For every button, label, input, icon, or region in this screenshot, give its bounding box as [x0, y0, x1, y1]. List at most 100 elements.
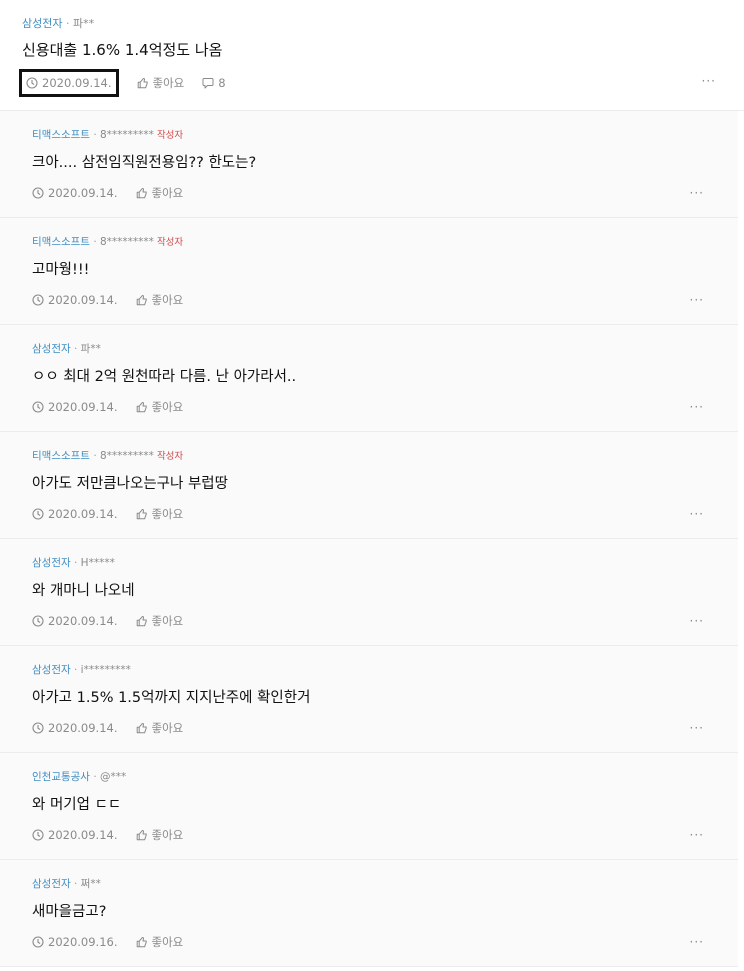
company-name[interactable]: 티맥스소프트	[32, 236, 90, 248]
separator: ·	[65, 17, 70, 30]
username: 파**	[80, 343, 101, 355]
company-name[interactable]: 삼성전자	[32, 878, 71, 890]
company-name[interactable]: 삼성전자	[22, 17, 62, 30]
reply-text: 아가도 저만큼나오는구나 부럽땅	[32, 476, 228, 492]
date-text: 2020.09.16.	[48, 935, 118, 949]
author-badge: 작성자	[156, 130, 184, 141]
like-button[interactable]: 좋아요	[137, 75, 184, 91]
date-text: 2020.09.14.	[48, 614, 118, 628]
clock-icon	[32, 936, 44, 948]
separator: ·	[93, 129, 100, 141]
reply-meta: 2020.09.14. 좋아요	[32, 185, 183, 201]
more-options-button[interactable]: ···	[690, 721, 704, 735]
reply-text: 아가고 1.5% 1.5억까지 지지난주에 확인한거	[32, 690, 311, 706]
like-label: 좋아요	[151, 721, 184, 735]
author-badge: 작성자	[156, 237, 184, 248]
more-options-button[interactable]: ···	[702, 74, 716, 88]
separator: ·	[73, 557, 81, 569]
reply-text: 새마을금고?	[32, 904, 107, 920]
like-button[interactable]: 좋아요	[136, 613, 184, 629]
separator: ·	[93, 236, 100, 248]
company-name[interactable]: 삼성전자	[32, 664, 71, 676]
company-name[interactable]: 삼성전자	[32, 557, 71, 569]
date-text: 2020.09.14.	[42, 76, 112, 90]
thumbs-up-icon	[136, 936, 148, 948]
clock-icon	[26, 77, 38, 89]
original-post: 삼성전자 · 파** 신용대출 1.6% 1.4억정도 나옴 2020.09.1…	[0, 0, 744, 111]
separator: ·	[93, 450, 100, 462]
reply-author: 삼성전자 · 파**	[32, 341, 104, 356]
reply-author: 삼성전자 · H*****	[32, 555, 118, 570]
comment-button[interactable]: 8	[202, 76, 226, 90]
like-label: 좋아요	[151, 507, 184, 521]
reply-text: ㅇㅇ 최대 2억 원천따라 다름. 난 아가라서..	[32, 369, 297, 385]
reply-meta: 2020.09.14. 좋아요	[32, 399, 183, 415]
clock-icon	[32, 508, 44, 520]
username: H*****	[80, 557, 115, 569]
reply-item: 삼성전자 · H***** 와 개마니 나오네 2020.09.14. 좋아요 …	[0, 539, 738, 646]
more-options-button[interactable]: ···	[690, 614, 704, 628]
separator: ·	[93, 771, 100, 783]
clock-icon	[32, 294, 44, 306]
username: 파**	[72, 17, 95, 30]
more-options-button[interactable]: ···	[690, 400, 704, 414]
company-name[interactable]: 티맥스소프트	[32, 450, 90, 462]
username: @***	[100, 771, 127, 783]
comment-count: 8	[218, 76, 226, 90]
company-name[interactable]: 티맥스소프트	[32, 129, 90, 141]
reply-author: 삼성전자 · i*********	[32, 662, 134, 677]
post-author: 삼성전자 · 파**	[22, 15, 94, 31]
reply-text: 고마웡!!!	[32, 262, 90, 278]
like-button[interactable]: 좋아요	[136, 185, 183, 201]
separator: ·	[73, 664, 81, 676]
like-button[interactable]: 좋아요	[136, 934, 184, 950]
reply-meta: 2020.09.16. 좋아요	[32, 934, 183, 950]
post-text: 신용대출 1.6% 1.4억정도 나옴	[22, 41, 223, 59]
like-button[interactable]: 좋아요	[136, 827, 183, 843]
more-options-button[interactable]: ···	[690, 293, 704, 307]
separator: ·	[73, 878, 81, 890]
reply-author: 삼성전자 · 쩌**	[32, 876, 104, 891]
like-button[interactable]: 좋아요	[136, 292, 183, 308]
reply-text: 크아.... 삼전임직원전용임?? 한도는?	[32, 155, 257, 171]
company-name[interactable]: 인천교통공사	[32, 771, 90, 783]
date-text: 2020.09.14.	[48, 828, 118, 842]
clock-icon	[32, 187, 44, 199]
reply-meta: 2020.09.14. 좋아요	[32, 613, 183, 629]
post-date: 2020.09.14.	[19, 69, 119, 97]
username: 8*********	[100, 129, 154, 141]
reply-list: 티맥스소프트 · 8********* 작성자 크아.... 삼전임직원전용임??…	[0, 111, 738, 967]
more-options-button[interactable]: ···	[690, 186, 704, 200]
like-button[interactable]: 좋아요	[136, 720, 184, 736]
reply-meta: 2020.09.14. 좋아요	[32, 827, 183, 843]
more-options-button[interactable]: ···	[690, 935, 704, 949]
username: 쩌**	[80, 878, 101, 890]
like-button[interactable]: 좋아요	[136, 399, 183, 415]
like-label: 좋아요	[151, 935, 184, 949]
date-text: 2020.09.14.	[48, 400, 118, 414]
date-text: 2020.09.14.	[48, 721, 118, 735]
more-options-button[interactable]: ···	[690, 507, 704, 521]
company-name[interactable]: 삼성전자	[32, 343, 71, 355]
separator: ·	[73, 343, 81, 355]
reply-text: 와 개마니 나오네	[32, 583, 135, 599]
reply-author: 티맥스소프트 · 8********* 작성자	[32, 127, 183, 142]
reply-author: 티맥스소프트 · 8********* 작성자	[32, 234, 183, 249]
like-label: 좋아요	[151, 614, 184, 628]
thumbs-up-icon	[136, 829, 148, 841]
username: 8*********	[100, 450, 154, 462]
clock-icon	[32, 722, 44, 734]
more-options-button[interactable]: ···	[690, 828, 704, 842]
comment-thread: 삼성전자 · 파** 신용대출 1.6% 1.4억정도 나옴 2020.09.1…	[0, 0, 744, 971]
post-meta: 2020.09.14. 좋아요 8	[19, 69, 226, 97]
reply-item: 티맥스소프트 · 8********* 작성자 크아.... 삼전임직원전용임??…	[0, 111, 738, 218]
thumbs-up-icon	[136, 294, 148, 306]
thumbs-up-icon	[136, 508, 148, 520]
like-button[interactable]: 좋아요	[136, 506, 184, 522]
username: 8*********	[100, 236, 154, 248]
clock-icon	[32, 615, 44, 627]
reply-text: 와 머기업 ㄷㄷ	[32, 797, 122, 813]
reply-item: 삼성전자 · i********* 아가고 1.5% 1.5억까지 지지난주에 …	[0, 646, 738, 753]
date-text: 2020.09.14.	[48, 293, 118, 307]
reply-meta: 2020.09.14. 좋아요	[32, 720, 183, 736]
